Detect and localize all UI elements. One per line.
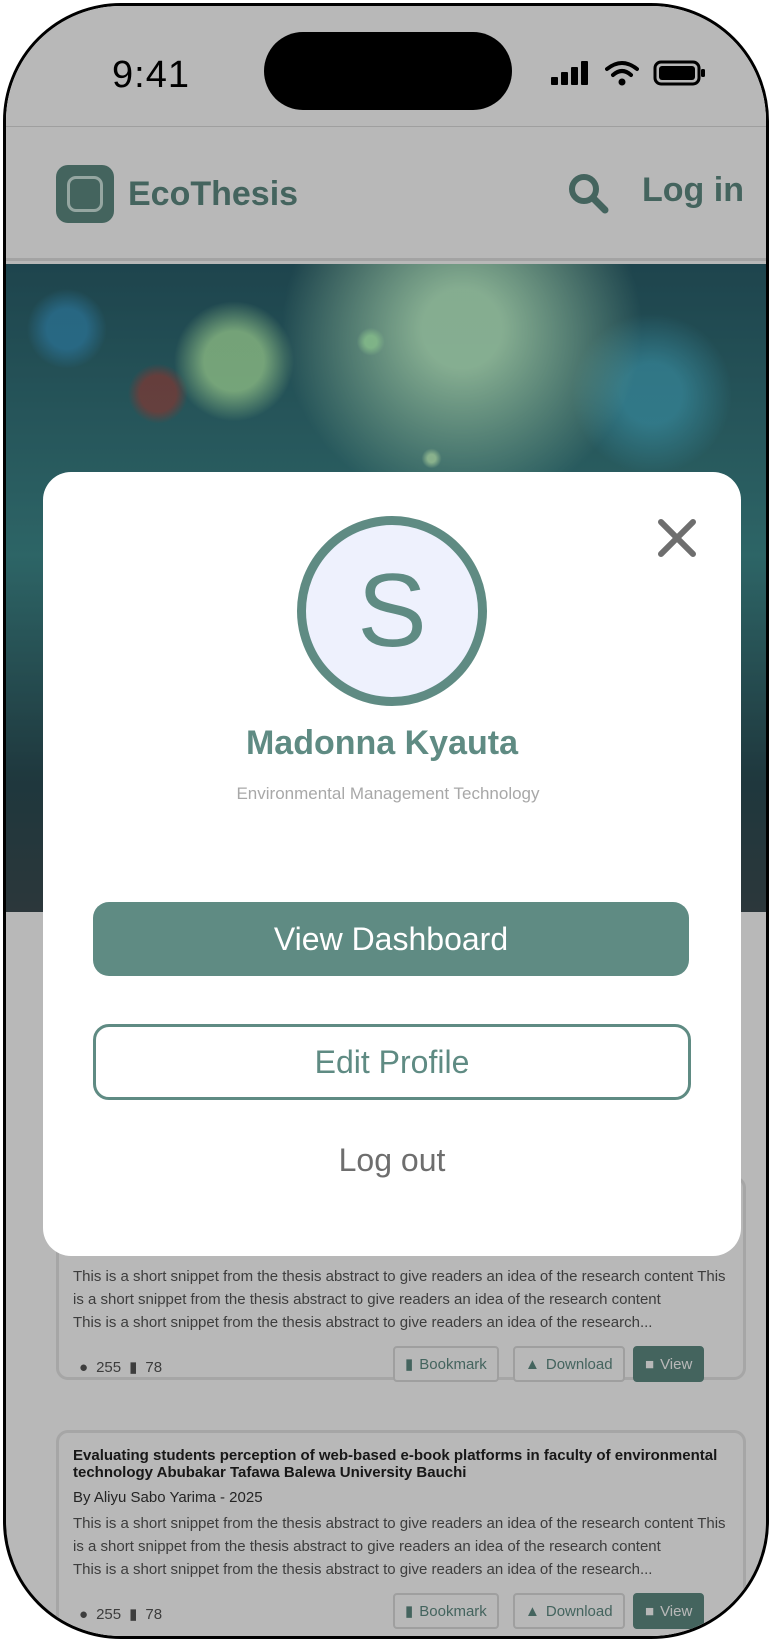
avatar: S <box>297 516 487 706</box>
log-out-button[interactable]: Log out <box>43 1142 741 1179</box>
user-name: Madonna Kyauta <box>245 724 519 762</box>
close-icon[interactable] <box>655 516 699 560</box>
user-department: Environmental Management Technology <box>236 784 540 803</box>
screen: 9:41 EcoThesis Log in This is a short sn… <box>6 6 766 1636</box>
avatar-letter: S <box>357 553 427 669</box>
edit-profile-button[interactable]: Edit Profile <box>93 1024 691 1100</box>
profile-modal: S Madonna Kyauta Environmental Managemen… <box>43 472 741 1256</box>
view-dashboard-button[interactable]: View Dashboard <box>93 902 689 976</box>
phone-frame: 9:41 EcoThesis Log in This is a short sn… <box>3 3 769 1639</box>
